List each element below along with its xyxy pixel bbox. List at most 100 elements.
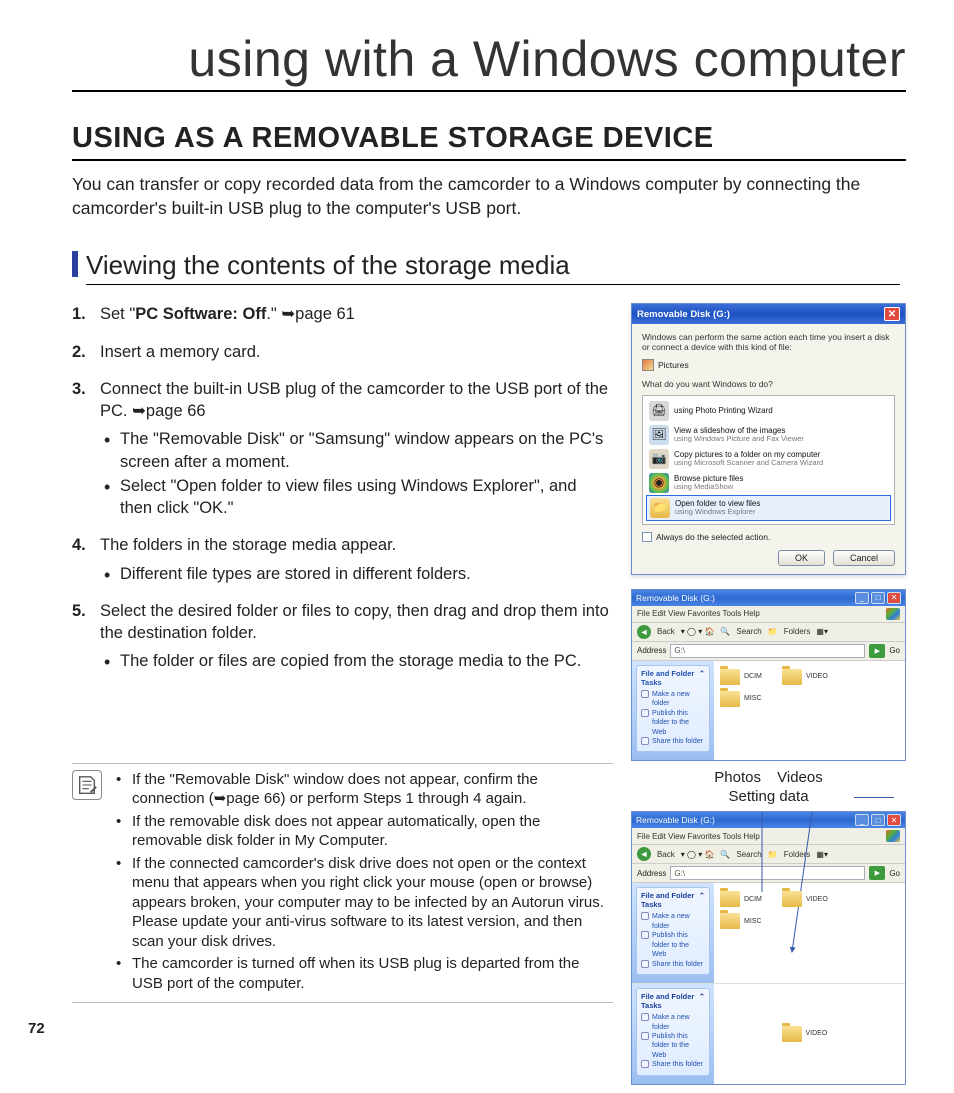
folders-label[interactable]: Folders: [784, 627, 811, 636]
back-label[interactable]: Back: [657, 627, 675, 636]
page-number: 72: [28, 1020, 45, 1037]
close-icon[interactable]: ✕: [884, 307, 900, 321]
action-copy-pictures[interactable]: 📷 Copy pictures to a folder on my comput…: [646, 447, 891, 471]
go-button[interactable]: ▶: [869, 866, 885, 880]
task-icon: [641, 709, 649, 717]
address-label: Address: [637, 869, 666, 878]
printer-icon: 🖨: [649, 401, 669, 421]
folder-label: MISC: [744, 695, 762, 702]
folder-label: VIDEO: [806, 896, 828, 903]
step-text: The folders in the storage media appear.: [100, 536, 396, 554]
step-number: 2.: [72, 341, 86, 363]
minimize-icon[interactable]: _: [855, 592, 869, 604]
steps-list: 1. Set "PC Software: Off." ➥page 61 2. I…: [72, 303, 613, 672]
maximize-icon[interactable]: □: [871, 814, 885, 826]
explorer-sidebar: File and Folder Tasks⌃ Make a new folder…: [632, 661, 714, 761]
task-icon: [641, 690, 649, 698]
folders-label[interactable]: Folders: [784, 850, 811, 859]
action-print-wizard[interactable]: 🖨 using Photo Printing Wizard: [646, 399, 891, 423]
step-text: Select the desired folder or files to co…: [100, 602, 609, 642]
folder-video[interactable]: VIDEO: [782, 669, 838, 685]
file-pane[interactable]: DCIM VIDEO MISC: [714, 661, 905, 761]
folder-video[interactable]: VIDEO: [782, 891, 838, 907]
action-sublabel: using Microsoft Scanner and Camera Wizar…: [674, 459, 823, 468]
action-slideshow[interactable]: 🖼 View a slideshow of the imagesusing Wi…: [646, 423, 891, 447]
task-panel: File and Folder Tasks⌃ Make a new folder…: [636, 988, 710, 1076]
section-title: USING AS A REMOVABLE STORAGE DEVICE: [72, 122, 906, 161]
task-panel: File and Folder Tasks⌃ Make a new folder…: [636, 887, 710, 975]
folder-dcim[interactable]: DCIM: [720, 891, 776, 907]
task-link-new-folder[interactable]: Make a new folder: [641, 1013, 705, 1032]
file-pane[interactable]: DCIM VIDEO MISC: [714, 883, 905, 983]
task-icon: [641, 912, 649, 920]
dialog-titlebar: Removable Disk (G:) ✕: [632, 304, 905, 324]
close-icon[interactable]: ✕: [887, 814, 901, 826]
go-button[interactable]: ▶: [869, 644, 885, 658]
folder-video-sub[interactable]: VIDEO: [782, 1026, 838, 1042]
folder-dcim[interactable]: DCIM: [720, 669, 776, 685]
step-5: 5. Select the desired folder or files to…: [72, 600, 613, 673]
search-label[interactable]: Search: [736, 627, 761, 636]
search-label[interactable]: Search: [736, 850, 761, 859]
address-input[interactable]: G:\: [670, 866, 865, 880]
task-link-publish[interactable]: Publish this folder to the Web: [641, 931, 705, 959]
folder-icon: [782, 1026, 802, 1042]
task-link-new-folder[interactable]: Make a new folder: [641, 690, 705, 709]
folder-misc[interactable]: MISC: [720, 691, 776, 707]
subsection-heading: Viewing the contents of the storage medi…: [72, 250, 906, 285]
step-5-bullet-1: The folder or files are copied from the …: [100, 650, 613, 672]
task-link-share[interactable]: Share this folder: [641, 1060, 705, 1069]
explorer-title: Removable Disk (G:): [636, 815, 715, 825]
explorer-sidebar: File and Folder Tasks⌃ Make a new folder…: [632, 984, 714, 1084]
back-label[interactable]: Back: [657, 850, 675, 859]
note-text: ) or perform Steps 1 through 4 again.: [281, 790, 527, 807]
step-2: 2. Insert a memory card.: [72, 341, 613, 363]
step-number: 4.: [72, 534, 86, 556]
explorer-menu[interactable]: File Edit View Favorites Tools Help: [632, 828, 905, 845]
file-pane-sub[interactable]: VIDEO: [714, 984, 905, 1084]
mediashow-icon: ◉: [649, 473, 669, 493]
address-input[interactable]: G:\: [670, 644, 865, 658]
menu-items[interactable]: File Edit View Favorites Tools Help: [637, 832, 760, 841]
heading-bar-icon: [72, 251, 78, 277]
folder-label: DCIM: [744, 896, 762, 903]
task-icon: [641, 960, 649, 968]
back-icon[interactable]: ◄: [637, 625, 651, 639]
task-link-publish[interactable]: Publish this folder to the Web: [641, 1032, 705, 1060]
note-box: If the "Removable Disk" window does not …: [72, 763, 613, 1004]
minimize-icon[interactable]: _: [855, 814, 869, 826]
folder-icon: [782, 669, 802, 685]
pictures-icon: [642, 359, 654, 371]
setting-data-text: Setting data: [728, 788, 808, 805]
action-sublabel: using MediaShow: [674, 483, 743, 492]
page-ref-icon: ➥page 61: [281, 305, 354, 323]
folder-label: MISC: [744, 918, 762, 925]
folder-misc[interactable]: MISC: [720, 913, 776, 929]
address-label: Address: [637, 646, 666, 655]
task-panel-title[interactable]: File and Folder Tasks⌃: [641, 992, 705, 1010]
ok-button[interactable]: OK: [778, 550, 825, 566]
go-label: Go: [889, 869, 900, 878]
menu-items[interactable]: File Edit View Favorites Tools Help: [637, 609, 760, 618]
task-link-new-folder[interactable]: Make a new folder: [641, 912, 705, 931]
task-icon: [641, 737, 649, 745]
go-label: Go: [889, 646, 900, 655]
step-number: 1.: [72, 303, 86, 325]
maximize-icon[interactable]: □: [871, 592, 885, 604]
task-link-publish[interactable]: Publish this folder to the Web: [641, 709, 705, 737]
always-checkbox-row[interactable]: Always do the selected action.: [642, 532, 895, 542]
task-link-share[interactable]: Share this folder: [641, 737, 705, 746]
label-setting-data: Setting data: [631, 788, 906, 805]
task-panel-title[interactable]: File and Folder Tasks⌃: [641, 891, 705, 909]
cancel-button[interactable]: Cancel: [833, 550, 895, 566]
note-item-3: If the connected camcorder's disk drive …: [112, 854, 613, 952]
close-icon[interactable]: ✕: [887, 592, 901, 604]
task-panel-title[interactable]: File and Folder Tasks⌃: [641, 669, 705, 687]
action-list[interactable]: 🖨 using Photo Printing Wizard 🖼 View a s…: [642, 395, 895, 525]
checkbox-icon[interactable]: [642, 532, 652, 542]
task-link-share[interactable]: Share this folder: [641, 960, 705, 969]
back-icon[interactable]: ◄: [637, 847, 651, 861]
explorer-menu[interactable]: File Edit View Favorites Tools Help: [632, 606, 905, 623]
action-mediashow[interactable]: ◉ Browse picture filesusing MediaShow: [646, 471, 891, 495]
action-open-folder[interactable]: 📁 Open folder to view filesusing Windows…: [646, 495, 891, 521]
